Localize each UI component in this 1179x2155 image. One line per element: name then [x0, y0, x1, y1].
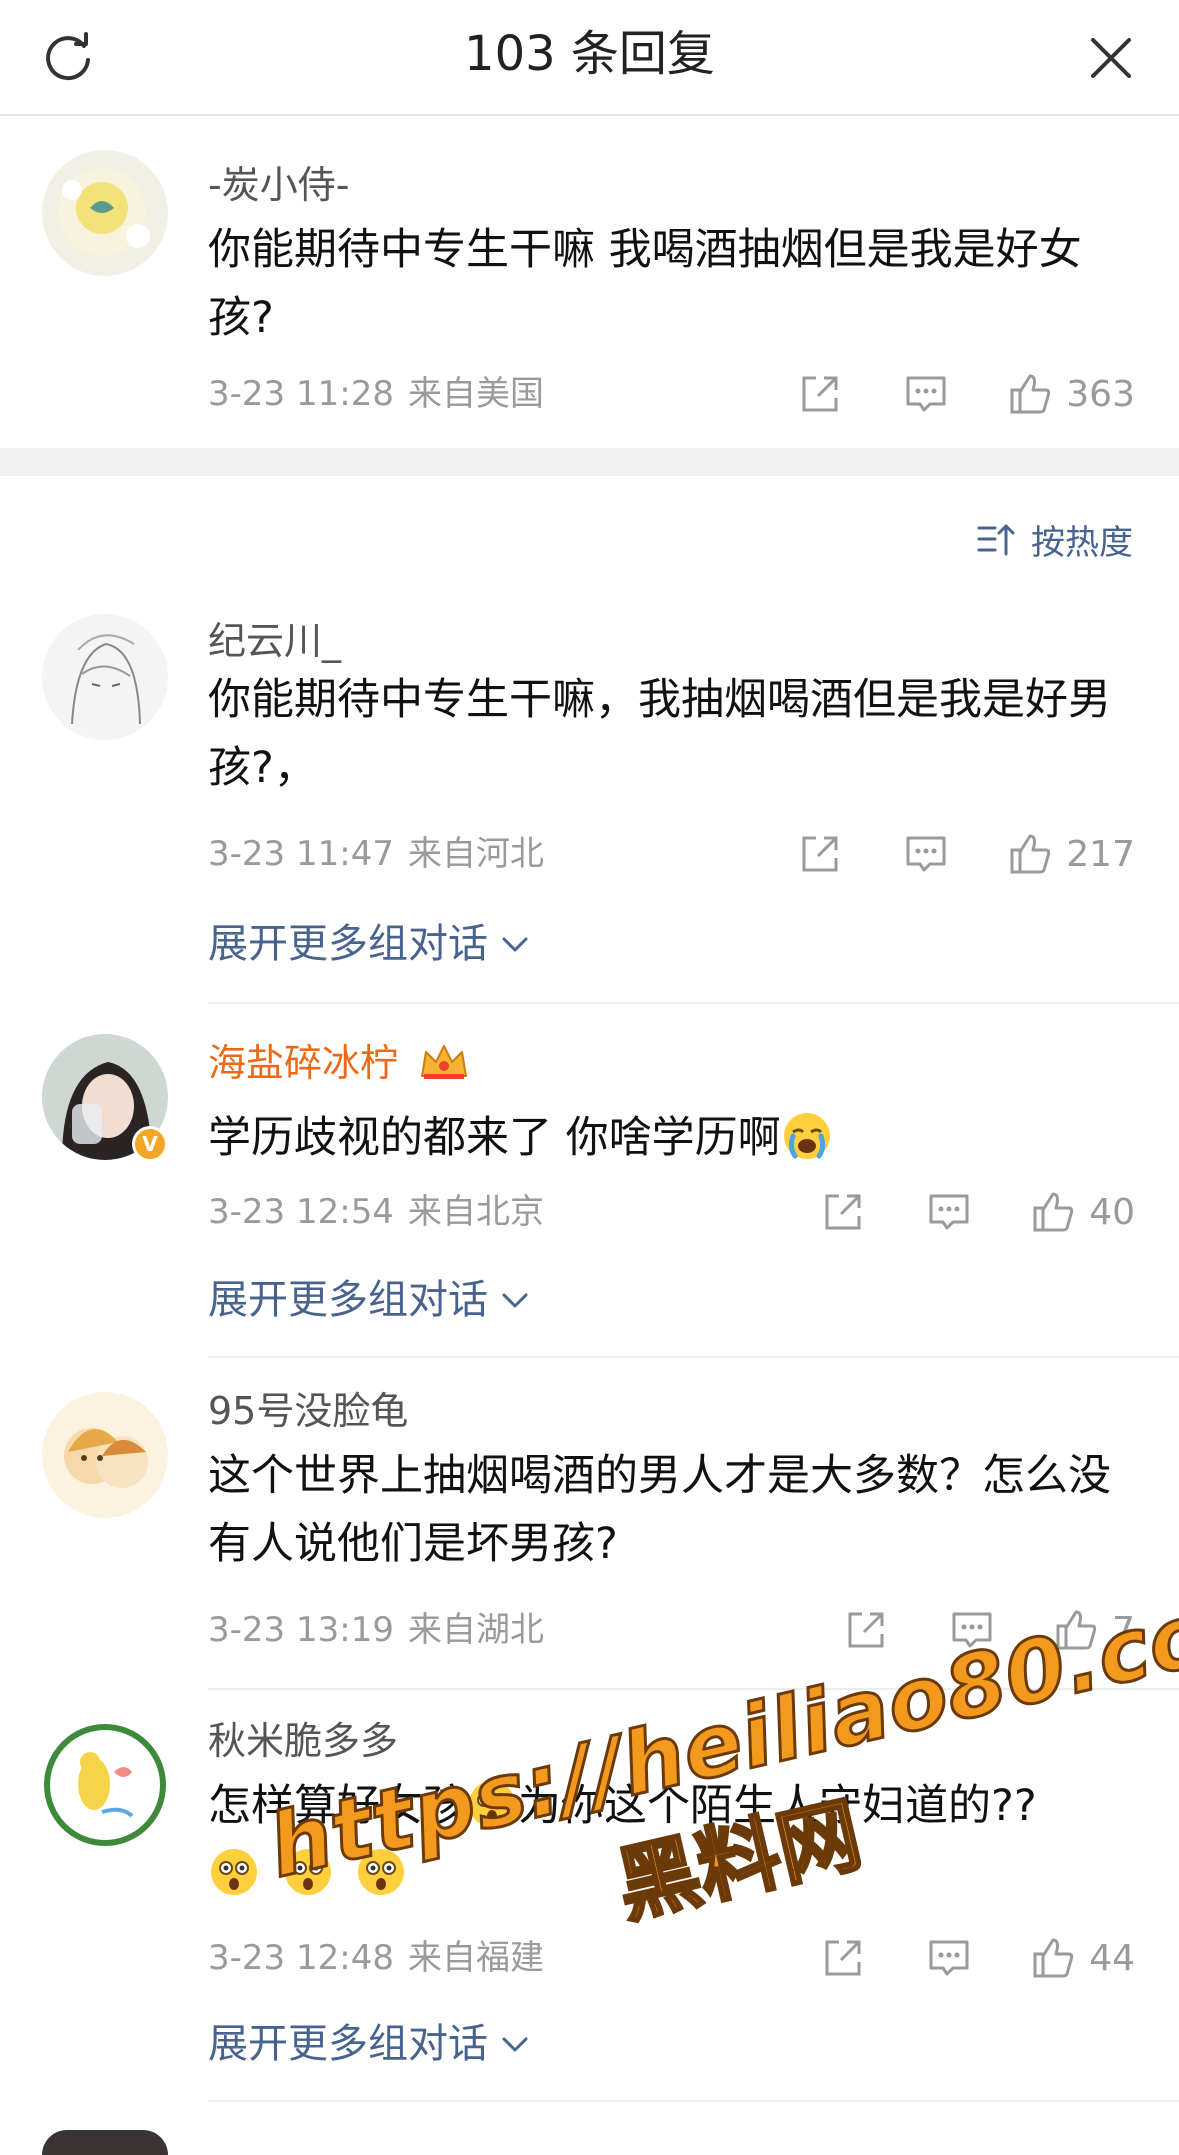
- comment-location: 来自河北: [407, 834, 544, 874]
- like-button[interactable]: 40: [1029, 1188, 1135, 1236]
- thumbs-up-icon: [1010, 374, 1051, 414]
- shocked-emoji-icon: [208, 1846, 260, 1898]
- verified-badge: V: [132, 1126, 168, 1162]
- comment-actions: 363: [796, 366, 1135, 422]
- like-button[interactable]: 217: [1006, 830, 1135, 878]
- shocked-emoji-icon: [282, 1846, 334, 1898]
- list-item: V 海盐碎冰柠 学历歧视的都来了 你啥学历啊 3-23 12:54 来自北京 40…: [0, 1010, 1179, 1370]
- crown-icon: [418, 1042, 470, 1082]
- divider: [208, 1002, 1179, 1004]
- like-button[interactable]: 363: [1006, 370, 1135, 418]
- comment-date: 3-23 12:54: [208, 1192, 394, 1232]
- share-icon[interactable]: [842, 1606, 890, 1654]
- comment-location: 来自北京: [407, 1192, 544, 1232]
- avatar[interactable]: [42, 1392, 168, 1518]
- reply-header: 103 条回复: [0, 0, 1179, 116]
- sort-label: 按热度: [1031, 522, 1133, 563]
- comment-actions: 7: [842, 1602, 1135, 1658]
- thumbs-up-icon: [1056, 1610, 1097, 1650]
- expand-label: 展开更多组对话: [208, 2021, 488, 2067]
- reply-icon[interactable]: [925, 1188, 973, 1236]
- comment-location: 来自美国: [407, 374, 544, 414]
- close-icon[interactable]: [1083, 30, 1139, 86]
- username[interactable]: -炭小侍-: [208, 160, 349, 210]
- thumbs-up-icon: [1033, 1192, 1074, 1232]
- chevron-down-icon: [502, 937, 528, 952]
- thumbs-up-icon: [1033, 1938, 1074, 1978]
- like-button[interactable]: 7: [1052, 1606, 1135, 1654]
- sort-button[interactable]: 按热度: [975, 514, 1133, 564]
- divider: [208, 1356, 1179, 1358]
- reply-icon[interactable]: [902, 370, 950, 418]
- expand-conversation-link[interactable]: 展开更多组对话: [208, 2018, 532, 2070]
- like-count: 363: [1066, 373, 1135, 415]
- share-icon[interactable]: [796, 370, 844, 418]
- expand-conversation-link[interactable]: 展开更多组对话: [208, 1274, 532, 1326]
- crying-emoji-icon: [781, 1110, 833, 1162]
- shocked-emoji-icon: [355, 1846, 407, 1898]
- shocked-emoji-icon: [466, 1778, 518, 1830]
- reply-icon[interactable]: [948, 1606, 996, 1654]
- like-count: 7: [1112, 1609, 1135, 1651]
- username[interactable]: 95号没脸龟: [208, 1386, 408, 1436]
- comment-meta: 3-23 13:19 来自湖北: [208, 1608, 544, 1652]
- username-label: 海盐碎冰柠: [208, 1041, 399, 1085]
- like-count: 44: [1089, 1937, 1135, 1979]
- comment-meta: 3-23 12:54 来自北京: [208, 1190, 544, 1234]
- section-divider: [0, 448, 1179, 476]
- expand-conversation-link[interactable]: 展开更多组对话: [208, 918, 532, 970]
- chevron-down-icon: [502, 2037, 528, 2052]
- comment-text: 你能期待中专生干嘛 我喝酒抽烟但是我是好女孩?: [208, 225, 1082, 343]
- comment-meta: 3-23 11:28 来自美国: [208, 372, 544, 416]
- like-count: 40: [1089, 1191, 1135, 1233]
- avatar[interactable]: [42, 1722, 168, 1848]
- share-icon[interactable]: [819, 1188, 867, 1236]
- username[interactable]: 海盐碎冰柠: [208, 1038, 470, 1088]
- comment-text: 学历歧视的都来了 你啥学历啊: [208, 1104, 1119, 1172]
- thumbs-up-icon: [1010, 834, 1051, 874]
- comment-text-part2: 为你这个陌生人守妇道的??: [518, 1781, 1037, 1831]
- username[interactable]: 纪云川_: [208, 616, 341, 666]
- comment-meta: 3-23 11:47 来自河北: [208, 832, 544, 876]
- page-title: 103 条回复: [464, 26, 715, 82]
- comment-location: 来自湖北: [407, 1610, 544, 1650]
- avatar[interactable]: [42, 2130, 168, 2155]
- divider: [208, 2100, 1179, 2102]
- chevron-down-icon: [502, 1293, 528, 1308]
- share-icon[interactable]: [796, 830, 844, 878]
- like-count: 217: [1066, 833, 1135, 875]
- comment-actions: 217: [796, 826, 1135, 882]
- divider: [208, 1688, 1179, 1690]
- expand-label: 展开更多组对话: [208, 1277, 488, 1323]
- username[interactable]: 秋米脆多多: [208, 1716, 398, 1766]
- comment-text-body: 学历歧视的都来了 你啥学历啊: [208, 1113, 781, 1163]
- reply-icon[interactable]: [925, 1934, 973, 1982]
- comment-date: 3-23 11:47: [208, 834, 394, 874]
- comment-text: 怎样算好女孩 为你这个陌生人守妇道的??: [208, 1772, 1119, 1908]
- share-icon[interactable]: [819, 1934, 867, 1982]
- sort-icon: [977, 524, 1015, 556]
- comment-actions: 44: [819, 1930, 1135, 1986]
- comment-text-part1: 怎样算好女孩: [208, 1781, 466, 1831]
- avatar[interactable]: [42, 614, 168, 740]
- expand-label: 展开更多组对话: [208, 921, 488, 967]
- comment-text: 你能期待中专生干嘛，我抽烟喝酒但是我是好男孩?，: [208, 675, 1111, 793]
- list-item: 秋米脆多多 怎样算好女孩 为你这个陌生人守妇道的?? 3-23 12:48 来自福建…: [0, 1700, 1179, 2110]
- comment-meta: 3-23 12:48 来自福建: [208, 1936, 544, 1980]
- comment-location: 来自福建: [407, 1938, 544, 1978]
- comment-date: 3-23 11:28: [208, 374, 394, 414]
- comment-actions: 40: [819, 1184, 1135, 1240]
- like-button[interactable]: 44: [1029, 1934, 1135, 1982]
- comment-date: 3-23 12:48: [208, 1938, 394, 1978]
- list-item: 纪云川_ 你能期待中专生干嘛，我抽烟喝酒但是我是好男孩?， 3-23 11:47…: [0, 600, 1179, 1010]
- comment-date: 3-23 13:19: [208, 1610, 394, 1650]
- reply-icon[interactable]: [902, 830, 950, 878]
- avatar[interactable]: [42, 150, 168, 276]
- root-comment: -炭小侍- 你能期待中专生干嘛 我喝酒抽烟但是我是好女孩? 3-23 11:28…: [0, 118, 1179, 448]
- comment-text: 这个世界上抽烟喝酒的男人才是大多数？怎么没有人说他们是坏男孩?: [208, 1451, 1111, 1569]
- list-item: 95号没脸龟 这个世界上抽烟喝酒的男人才是大多数？怎么没有人说他们是坏男孩? 3…: [0, 1370, 1179, 1700]
